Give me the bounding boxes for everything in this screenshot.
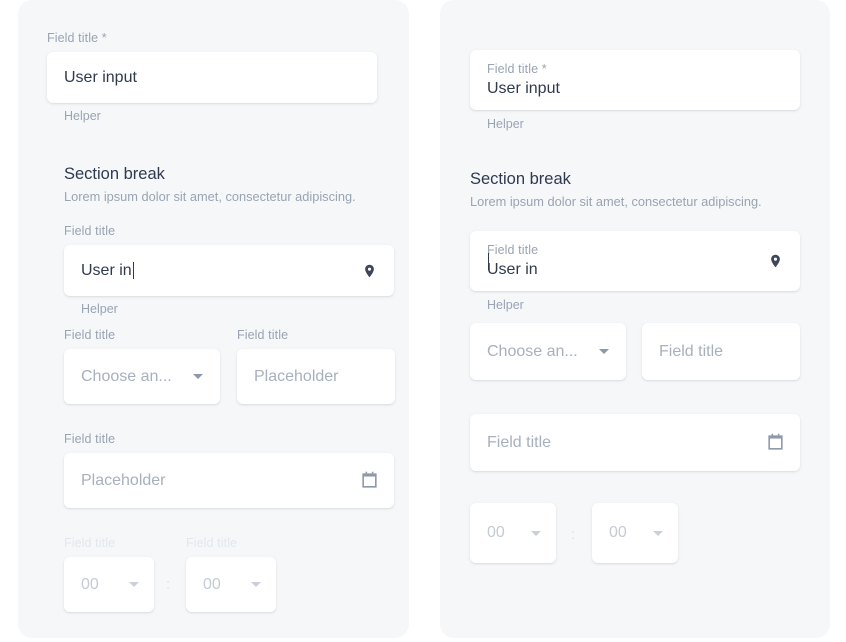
right-date-field: Field title: [470, 414, 800, 471]
right-location-field: Field title User in Helper: [470, 231, 800, 313]
right-text-field-input[interactable]: Field title * User input: [470, 50, 800, 110]
left-time-hours-value: 00: [81, 575, 99, 593]
left-time-separator-glyph: :: [166, 576, 171, 593]
left-time-hours-field: Field title 00: [64, 536, 154, 612]
left-select-field-label: Field title: [64, 328, 116, 342]
right-time-separator: :: [571, 526, 575, 544]
right-text-field-label: Field title *: [487, 61, 547, 76]
left-location-field-helper: Helper: [81, 302, 118, 316]
panel-outlined-variant: Field title * User input Helper Section …: [18, 0, 409, 638]
left-section-break: Section break Lorem ipsum dolor sit amet…: [64, 164, 394, 205]
left-date-field-label: Field title: [64, 432, 116, 446]
left-section-break-subtitle: Lorem ipsum dolor sit amet, consectetur …: [64, 189, 356, 204]
left-text-field: Field title * User input Helper: [47, 31, 377, 124]
left-location-field: Field title User in Helper: [64, 224, 394, 317]
left-select-field: Field title Choose an...: [64, 328, 220, 404]
map-pin-icon[interactable]: [764, 231, 786, 291]
left-location-field-value: User in: [81, 261, 132, 279]
left-location-field-input[interactable]: User in: [64, 245, 394, 296]
right-time-hours-field: 00: [470, 503, 556, 563]
chevron-down-icon[interactable]: [128, 557, 140, 612]
left-date-field-input[interactable]: Placeholder: [64, 453, 394, 508]
left-time-separator: :: [166, 576, 170, 594]
right-location-field-input[interactable]: Field title User in: [470, 231, 800, 291]
chevron-down-icon[interactable]: [192, 349, 204, 404]
right-text-field-2-input[interactable]: Field title: [642, 323, 800, 380]
left-select-field-input[interactable]: Choose an...: [64, 349, 220, 404]
left-time-minutes-field: Field title 00: [186, 536, 276, 612]
chevron-down-icon[interactable]: [598, 323, 610, 380]
calendar-icon[interactable]: [358, 453, 380, 508]
right-text-field-helper: Helper: [487, 117, 524, 131]
calendar-icon[interactable]: [764, 414, 786, 471]
left-time-hours-input[interactable]: 00: [64, 557, 154, 612]
left-text-field-2-placeholder: Placeholder: [254, 367, 339, 385]
right-time-hours-value: 00: [487, 524, 505, 541]
left-text-field-2: Field title Placeholder: [237, 328, 395, 404]
right-text-field-2-placeholder: Field title: [659, 342, 724, 360]
panel-filled-variant: Field title * User input Helper Section …: [440, 0, 830, 638]
text-caret: [488, 252, 489, 270]
left-time-minutes-input[interactable]: 00: [186, 557, 276, 612]
left-location-field-label: Field title: [64, 224, 116, 238]
form-variants-comparison: Field title * User input Helper Section …: [0, 0, 846, 642]
left-select-field-value: Choose an...: [81, 367, 172, 385]
text-caret: [132, 262, 134, 279]
right-date-field-placeholder: Field title: [487, 433, 552, 451]
left-time-hours-label: Field title: [64, 536, 116, 550]
left-time-minutes-value: 00: [203, 575, 221, 593]
right-time-separator-glyph: :: [571, 526, 576, 543]
right-time-minutes-value: 00: [609, 524, 627, 541]
right-select-field-input[interactable]: Choose an...: [470, 323, 626, 380]
left-date-field-placeholder: Placeholder: [81, 471, 166, 489]
right-text-field: Field title * User input Helper: [470, 50, 800, 132]
left-text-field-2-input[interactable]: Placeholder: [237, 349, 395, 404]
right-location-field-helper: Helper: [487, 298, 524, 312]
right-date-field-input[interactable]: Field title: [470, 414, 800, 471]
right-section-break-subtitle: Lorem ipsum dolor sit amet, consectetur …: [470, 194, 762, 209]
right-section-break: Section break Lorem ipsum dolor sit amet…: [470, 169, 800, 210]
chevron-down-icon[interactable]: [530, 503, 542, 563]
right-time-hours-input[interactable]: 00: [470, 503, 556, 563]
right-text-field-2: Field title: [642, 323, 800, 380]
left-time-minutes-label: Field title: [186, 536, 238, 550]
right-time-minutes-input[interactable]: 00: [592, 503, 678, 563]
map-pin-icon[interactable]: [358, 245, 380, 296]
left-text-field-2-label: Field title: [237, 328, 289, 342]
right-time-minutes-field: 00: [592, 503, 678, 563]
right-text-field-value: User input: [487, 79, 560, 97]
left-date-field: Field title Placeholder: [64, 432, 394, 508]
left-section-break-title: Section break: [64, 165, 165, 183]
chevron-down-icon[interactable]: [652, 503, 664, 563]
right-section-break-title: Section break: [470, 170, 571, 188]
left-text-field-value: User input: [64, 68, 137, 86]
right-location-field-label: Field title: [487, 242, 539, 257]
left-text-field-label: Field title *: [47, 31, 107, 45]
right-select-field: Choose an...: [470, 323, 626, 380]
chevron-down-icon[interactable]: [250, 557, 262, 612]
left-text-field-helper: Helper: [64, 109, 101, 123]
left-text-field-input[interactable]: User input: [47, 52, 377, 103]
right-select-field-value: Choose an...: [487, 342, 578, 360]
right-location-field-value: User in: [487, 260, 538, 278]
